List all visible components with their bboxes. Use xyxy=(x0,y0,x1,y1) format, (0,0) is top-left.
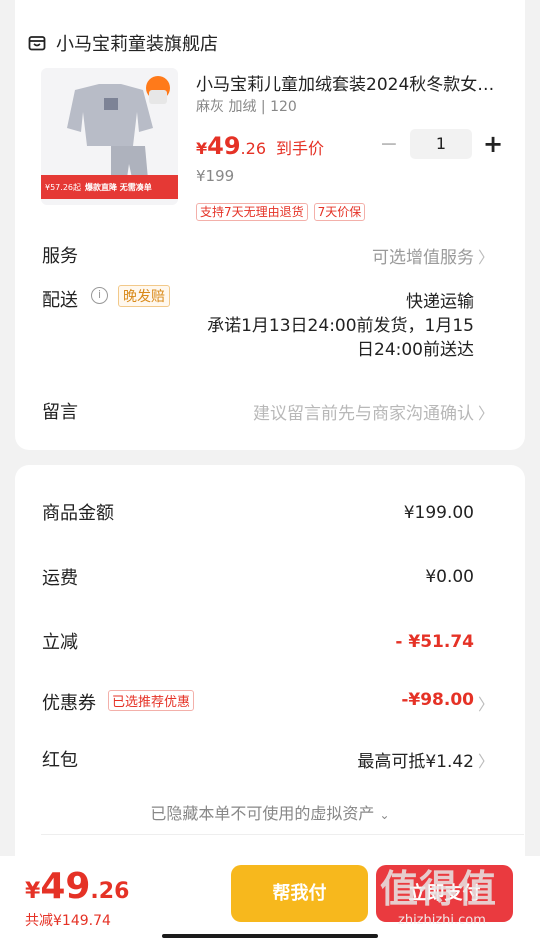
product-image-banner: ¥57.26起 爆款直降 无需凑单 xyxy=(41,175,178,199)
service-label: 服务 xyxy=(42,246,78,267)
goods-amount-value: ¥199.00 xyxy=(403,503,474,523)
total-decimal: .26 xyxy=(90,879,130,904)
goods-amount-label: 商品金额 xyxy=(42,503,114,524)
price-decimal: .26 xyxy=(240,139,266,158)
total-currency: ¥ xyxy=(25,879,41,904)
price-tag: 到手价 xyxy=(276,139,325,158)
message-label: 留言 xyxy=(42,402,78,423)
service-value[interactable]: 可选增值服务 xyxy=(372,243,474,268)
shop-header[interactable]: 小马宝莉童装旗舰店 xyxy=(28,30,218,56)
product-title[interactable]: 小马宝莉儿童加绒套装2024秋冬款女童卫衣套装 xyxy=(196,70,496,95)
total-price: ¥ 49 .26 xyxy=(25,866,129,907)
discount-value: - ¥51.74 xyxy=(395,632,474,652)
watermark-logo: 值得值 xyxy=(380,867,498,911)
product-image[interactable]: ¥57.26起 爆款直降 无需凑单 xyxy=(41,68,178,205)
total-integer: 49 xyxy=(40,866,91,907)
original-price: ¥199 xyxy=(196,167,235,185)
banner-text: 爆款直降 无需凑单 xyxy=(85,182,152,192)
product-sku[interactable]: 麻灰 加绒 | 120 xyxy=(196,96,297,116)
chevron-right-icon[interactable]: 〉 xyxy=(478,400,494,424)
chevron-down-icon: ⌄ xyxy=(379,808,390,822)
price-integer: 49 xyxy=(207,132,241,160)
redpack-value[interactable]: 最高可抵¥1.42 xyxy=(357,747,474,772)
help-pay-button[interactable]: 帮我付 xyxy=(231,865,368,922)
minus-icon[interactable]: − xyxy=(378,132,400,157)
badge-price-protect: 7天价保 xyxy=(313,203,366,221)
shop-icon xyxy=(28,36,46,51)
shop-name: 小马宝莉童装旗舰店 xyxy=(56,34,218,55)
coupon-tag: 已选推荐优惠 xyxy=(108,690,195,711)
chevron-right-icon[interactable]: 〉 xyxy=(478,748,494,772)
guarantee-badges: 支持7天无理由退货 7天价保 xyxy=(196,203,366,221)
plus-icon[interactable]: + xyxy=(482,130,504,158)
hidden-assets-toggle[interactable]: 已隐藏本单不可使用的虚拟资产 ⌄ xyxy=(0,800,540,824)
watermark-url: zhizhizhi.com xyxy=(398,913,486,928)
late-compensation-tag: 晚发赔 xyxy=(118,285,170,307)
delivery-method: 快递运输 xyxy=(406,292,474,312)
info-icon[interactable]: i xyxy=(91,287,108,304)
redpack-label: 红包 xyxy=(42,750,78,771)
quantity-input[interactable]: 1 xyxy=(410,129,472,159)
final-price: ¥ 49 .26 到手价 xyxy=(196,132,324,160)
delivery-label: 配送 xyxy=(42,290,78,311)
banner-price: ¥57.26起 xyxy=(45,182,81,192)
chevron-right-icon[interactable]: 〉 xyxy=(478,244,494,268)
coupon-label: 优惠券 xyxy=(42,693,96,714)
discount-label: 立减 xyxy=(42,632,78,653)
coupon-value[interactable]: -¥98.00 xyxy=(401,690,474,710)
message-input[interactable]: 建议留言前先与商家沟通确认 xyxy=(253,399,474,424)
chevron-right-icon[interactable]: 〉 xyxy=(478,691,494,715)
home-indicator[interactable] xyxy=(162,934,378,938)
total-saved: 共减¥149.74 xyxy=(25,913,111,929)
hidden-assets-text: 已隐藏本单不可使用的虚拟资产 xyxy=(150,804,375,823)
badge-return: 支持7天无理由退货 xyxy=(196,203,308,221)
delivery-promise: 承诺1月13日24:00前发货，1月15日24:00前送达 xyxy=(207,316,474,360)
shipping-label: 运费 xyxy=(42,568,78,589)
shipping-value: ¥0.00 xyxy=(425,567,474,587)
price-currency: ¥ xyxy=(196,139,208,158)
divider xyxy=(41,834,524,835)
quantity-stepper: − 1 + xyxy=(378,129,504,159)
